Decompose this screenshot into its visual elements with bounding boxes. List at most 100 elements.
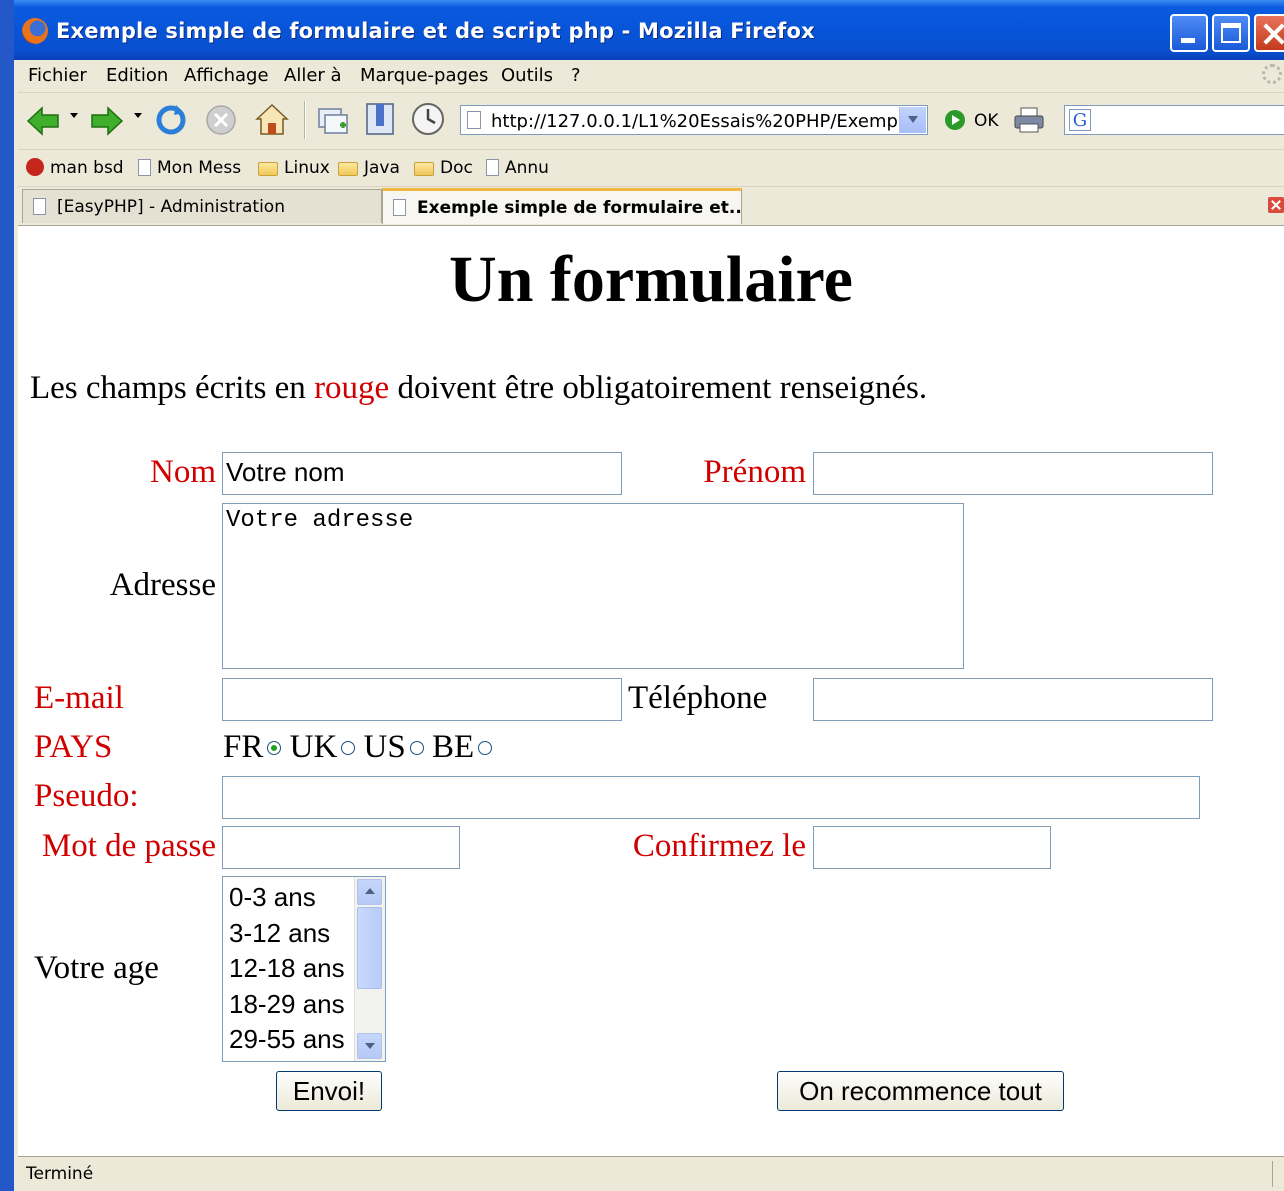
- scroll-thumb[interactable]: [357, 907, 382, 989]
- firefox-logo-icon: [22, 18, 48, 44]
- url-dropdown-button[interactable]: [899, 107, 926, 133]
- folder-icon: [338, 162, 358, 176]
- age-option[interactable]: 3-12 ans: [229, 918, 330, 949]
- nom-label: Nom: [150, 454, 216, 490]
- radio-uk[interactable]: [341, 741, 356, 755]
- menu-affichage[interactable]: Affichage: [184, 65, 269, 86]
- reload-icon[interactable]: [154, 103, 188, 137]
- search-box[interactable]: G: [1064, 105, 1284, 135]
- navigation-toolbar: http://127.0.0.1/L1%20Essais%20PHP/Exemp…: [18, 93, 1284, 150]
- url-bar[interactable]: http://127.0.0.1/L1%20Essais%20PHP/Exemp…: [460, 105, 928, 135]
- password-input[interactable]: [222, 826, 460, 869]
- window-title: Exemple simple de formulaire et de scrip…: [56, 19, 815, 43]
- bookmark-man-bsd[interactable]: man bsd: [26, 158, 124, 178]
- prenom-input[interactable]: [813, 452, 1213, 495]
- print-icon[interactable]: [1014, 107, 1044, 133]
- page-icon: [33, 198, 46, 215]
- throbber-icon: [1262, 64, 1282, 84]
- intro-text: Les champs écrits en rouge doivent être …: [30, 370, 927, 407]
- intro-red-word: rouge: [314, 370, 390, 406]
- bookmark-linux[interactable]: Linux: [258, 158, 330, 178]
- radio-us[interactable]: [409, 741, 424, 755]
- radio-label-fr: FR: [223, 729, 264, 765]
- radio-label-be: BE: [431, 729, 475, 765]
- pseudo-input[interactable]: [222, 776, 1200, 819]
- confirm-input[interactable]: [813, 826, 1051, 869]
- home-icon[interactable]: [254, 101, 290, 137]
- page-content: Un formulaire Les champs écrits en rouge…: [18, 226, 1284, 1156]
- submit-button[interactable]: Envoi!: [276, 1071, 382, 1111]
- age-scrollbar[interactable]: [354, 877, 385, 1061]
- age-option[interactable]: 18-29 ans: [229, 989, 345, 1020]
- nom-input[interactable]: Votre nom: [222, 452, 622, 495]
- menu-outils[interactable]: Outils: [501, 65, 553, 86]
- toolbar-separator: [304, 101, 306, 139]
- radio-be[interactable]: [478, 741, 493, 755]
- url-text[interactable]: http://127.0.0.1/L1%20Essais%20PHP/Exemp…: [491, 111, 923, 132]
- bookmark-doc[interactable]: Doc: [414, 158, 473, 178]
- folder-icon: [414, 162, 434, 176]
- browser-window: Exemple simple de formulaire et de scrip…: [14, 0, 1284, 1191]
- stop-icon[interactable]: [204, 103, 238, 137]
- page-heading: Un formulaire: [449, 243, 853, 316]
- forward-dropdown-icon[interactable]: [134, 113, 142, 118]
- scroll-up-icon[interactable]: [357, 879, 382, 905]
- telephone-label: Téléphone: [628, 680, 768, 716]
- back-arrow-icon[interactable]: [26, 105, 60, 137]
- menu-bar: Fichier Edition Affichage Aller à Marque…: [18, 60, 1284, 93]
- pays-radio-group: FR UK US BE: [223, 729, 493, 766]
- forward-arrow-icon[interactable]: [90, 105, 124, 137]
- adresse-label: Adresse: [109, 567, 216, 603]
- bookmark-mon-mess[interactable]: Mon Mess: [138, 158, 241, 178]
- bookmark-label: Annu: [505, 158, 549, 178]
- radio-label-uk: UK: [289, 729, 338, 765]
- new-tab-icon[interactable]: [316, 103, 350, 137]
- password-label: Mot de passe: [41, 828, 216, 864]
- back-dropdown-icon[interactable]: [70, 113, 78, 118]
- minimize-button[interactable]: [1170, 14, 1208, 52]
- close-window-button[interactable]: [1254, 14, 1284, 52]
- prenom-label: Prénom: [703, 454, 806, 490]
- google-search-icon[interactable]: G: [1069, 109, 1091, 131]
- bookmarks-sidebar-icon[interactable]: [364, 101, 396, 137]
- menu-aller[interactable]: Aller à: [284, 65, 342, 86]
- age-listbox[interactable]: 0-3 ans 3-12 ans 12-18 ans 18-29 ans 29-…: [222, 876, 386, 1062]
- radio-label-us: US: [363, 729, 406, 765]
- tab-formulaire[interactable]: Exemple simple de formulaire et...: [382, 188, 742, 224]
- status-text: Terminé: [26, 1164, 94, 1184]
- title-bar[interactable]: Exemple simple de formulaire et de scrip…: [14, 0, 1284, 60]
- bookmark-annu[interactable]: Annu: [486, 158, 549, 178]
- bookmarks-toolbar: man bsd Mon Mess Linux Java Doc Annu: [18, 150, 1284, 187]
- pays-label: PAYS: [34, 729, 113, 765]
- maximize-button[interactable]: [1212, 14, 1250, 52]
- page-icon: [393, 199, 406, 216]
- telephone-input[interactable]: [813, 678, 1213, 721]
- status-separator: [1272, 1161, 1273, 1187]
- menu-edition[interactable]: Edition: [106, 65, 168, 86]
- tab-easyphp[interactable]: [EasyPHP] - Administration: [22, 189, 382, 223]
- scroll-down-icon[interactable]: [357, 1033, 382, 1059]
- email-label: E-mail: [34, 680, 124, 716]
- radio-fr[interactable]: [267, 741, 282, 755]
- menu-fichier[interactable]: Fichier: [28, 65, 87, 86]
- age-option[interactable]: 12-18 ans: [229, 953, 345, 984]
- tab-bar: [EasyPHP] - Administration Exemple simpl…: [18, 187, 1284, 226]
- reset-button[interactable]: On recommence tout: [777, 1071, 1064, 1111]
- menu-marque-pages[interactable]: Marque-pages: [360, 65, 488, 86]
- email-input[interactable]: [222, 678, 622, 721]
- menu-help[interactable]: ?: [571, 65, 581, 86]
- bookmark-label: Java: [364, 158, 400, 178]
- age-option[interactable]: 29-55 ans: [229, 1024, 345, 1055]
- bookmark-label: Doc: [440, 158, 473, 178]
- confirm-label: Confirmez le: [632, 828, 806, 864]
- age-option[interactable]: 0-3 ans: [229, 882, 316, 913]
- adresse-textarea[interactable]: Votre adresse: [222, 503, 964, 669]
- folder-icon: [258, 162, 278, 176]
- go-button-label[interactable]: OK: [974, 111, 999, 131]
- history-icon[interactable]: [410, 101, 446, 137]
- close-tab-icon[interactable]: [1268, 197, 1284, 213]
- bookmark-label: man bsd: [50, 158, 124, 178]
- go-icon[interactable]: [945, 110, 965, 130]
- pseudo-label: Pseudo:: [34, 778, 139, 814]
- bookmark-java[interactable]: Java: [338, 158, 400, 178]
